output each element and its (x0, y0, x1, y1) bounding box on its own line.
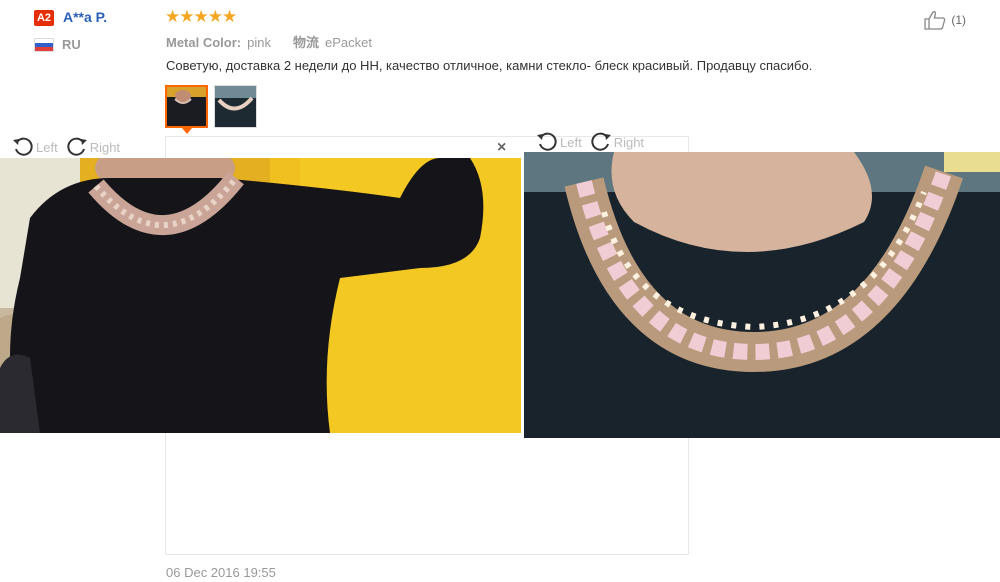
close-viewer-button[interactable]: × (497, 139, 506, 157)
review-photo-2 (524, 152, 1000, 438)
rotate-left-button[interactable]: Left (12, 137, 58, 157)
rotate-left-icon (13, 137, 33, 156)
attribute-value: pink (247, 35, 271, 50)
rotate-right-label: Right (613, 134, 645, 150)
star-icon: ★ (193, 7, 209, 26)
star-rating: ★ ★ ★ ★ ★ (165, 7, 237, 26)
attribute-key: 物流 (292, 35, 319, 50)
like-button[interactable]: (1) (923, 10, 966, 30)
rotate-left-icon (537, 132, 557, 151)
order-attributes: Metal Color: pink 物流 ePacket (166, 32, 372, 51)
active-thumbnail-caret (182, 128, 192, 134)
user-name[interactable]: A**a P. (63, 9, 107, 25)
rotate-left-label: Left (36, 139, 58, 155)
star-icon: ★ (165, 7, 180, 26)
attribute-key: Metal Color: (166, 35, 242, 50)
review-photo-1 (0, 158, 521, 433)
star-icon: ★ (179, 7, 194, 26)
rotate-right-button[interactable]: Right (590, 132, 644, 152)
star-icon: ★ (222, 7, 237, 26)
photo-thumbnails (165, 85, 257, 128)
image-toolbar-1: Left Right (12, 137, 120, 157)
review-date: 06 Dec 2016 19:55 (166, 565, 276, 580)
rotate-right-icon (591, 132, 611, 151)
photo-thumbnail-2[interactable] (214, 85, 257, 128)
like-count: (1) (951, 13, 966, 27)
rotate-left-button[interactable]: Left (536, 132, 582, 152)
rotate-right-icon (67, 137, 87, 156)
review-text: Советую, доставка 2 недели до НН, качест… (166, 58, 813, 73)
attribute-value: ePacket (325, 35, 372, 50)
rotate-right-label: Right (89, 139, 121, 155)
user-level-badge: A2 (34, 10, 54, 26)
thumbs-up-icon (924, 11, 946, 30)
russia-flag-icon (34, 38, 54, 52)
rotate-left-label: Left (560, 134, 582, 150)
user-country: RU (62, 37, 81, 52)
star-icon: ★ (207, 7, 223, 26)
photo-thumbnail-1[interactable] (165, 85, 208, 128)
rotate-right-button[interactable]: Right (66, 137, 120, 157)
image-toolbar-2: Left Right (536, 132, 644, 152)
